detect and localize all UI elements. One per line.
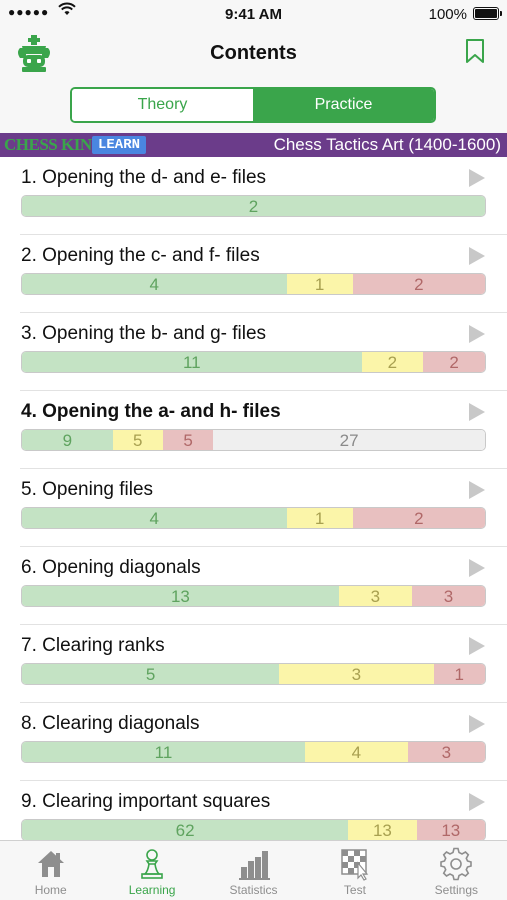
course-title: Chess Tactics Art (1400-1600)	[273, 135, 501, 154]
nav-bar: Contents	[0, 28, 507, 78]
play-icon[interactable]	[469, 247, 485, 265]
gear-icon	[440, 847, 473, 881]
progress-bar: 9 5 5 27	[21, 429, 486, 451]
progress-segment: 5	[162, 430, 214, 450]
list-item-title: 5. Opening files	[21, 479, 154, 500]
list-item[interactable]: 5. Opening files 4 1 2	[0, 469, 507, 547]
progress-segment: 1	[286, 274, 353, 294]
pawn-icon	[141, 849, 163, 879]
progress-segment: 9	[22, 430, 113, 450]
tab-label: Home	[34, 883, 67, 897]
progress-bar: 2	[21, 195, 486, 217]
progress-segment: 2	[352, 274, 485, 294]
play-icon[interactable]	[469, 793, 485, 811]
chess-king-wordmark: CHESS KING	[4, 135, 105, 154]
list-item-title: 1. Opening the d- and e- files	[21, 167, 267, 188]
tab-practice[interactable]: Practice	[253, 89, 434, 121]
progress-segment: 2	[22, 196, 485, 216]
course-banner: CHESS KING LEARN Chess Tactics Art (1400…	[0, 133, 507, 157]
chessboard-cursor-icon	[341, 849, 369, 881]
list-item-title: 7. Clearing ranks	[21, 635, 165, 656]
progress-segment: 11	[22, 742, 305, 762]
play-icon[interactable]	[469, 637, 485, 655]
tab-label: Settings	[434, 883, 478, 897]
list-item-title: 4. Opening the a- and h- files	[21, 401, 281, 422]
list-item[interactable]: 4. Opening the a- and h- files 9 5 5 27	[0, 391, 507, 469]
progress-segment: 3	[338, 586, 412, 606]
play-icon[interactable]	[469, 559, 485, 577]
list-item[interactable]: 9. Clearing important squares 62 13 13	[0, 781, 507, 840]
list-item-title: 9. Clearing important squares	[21, 791, 271, 812]
progress-bar: 412	[21, 273, 486, 295]
progress-segment: 13	[416, 820, 485, 840]
list-item[interactable]: 6. Opening diagonals 13 3 3	[0, 547, 507, 625]
list-item-title: 2. Opening the c- and f- files	[21, 245, 260, 266]
progress-segment: 13	[22, 586, 339, 606]
play-icon[interactable]	[469, 169, 485, 187]
list-item[interactable]: 3. Opening the b- and g- files 11 2 2	[0, 313, 507, 391]
list-item[interactable]: 1. Opening the d- and e- files 2	[0, 157, 507, 235]
progress-bar: 11 4 3	[21, 741, 486, 763]
progress-segment: 27	[213, 430, 485, 450]
tab-label: Statistics	[229, 883, 278, 897]
progress-segment: 2	[352, 508, 485, 528]
tab-label: Test	[343, 883, 366, 897]
battery-icon	[473, 7, 502, 20]
progress-segment: 5	[22, 664, 280, 684]
list-item-title: 6. Opening diagonals	[21, 557, 201, 578]
play-icon[interactable]	[469, 481, 485, 499]
bar-chart-icon	[238, 851, 270, 880]
progress-segment: 3	[279, 664, 434, 684]
battery-percent: 100%	[428, 6, 467, 23]
learn-badge: LEARN	[92, 136, 147, 154]
progress-bar: 62 13 13	[21, 819, 486, 840]
bookmark-icon[interactable]	[465, 38, 485, 64]
list-item[interactable]: 7. Clearing ranks 5 3 1	[0, 625, 507, 703]
status-bar: ●●●●● 9:41 AM 100%	[0, 0, 507, 28]
play-icon[interactable]	[469, 403, 485, 421]
tab-statistics[interactable]: Statistics	[203, 841, 304, 900]
tab-theory[interactable]: Theory	[72, 89, 253, 121]
progress-segment: 3	[407, 742, 485, 762]
progress-segment: 4	[22, 508, 287, 528]
theory-practice-toggle: Theory Practice	[70, 87, 436, 123]
play-icon[interactable]	[469, 325, 485, 343]
progress-bar: 11 2 2	[21, 351, 486, 373]
tab-learning[interactable]: Learning	[101, 841, 202, 900]
tab-home[interactable]: Home	[0, 841, 101, 900]
progress-bar: 412	[21, 507, 486, 529]
progress-segment: 2	[423, 352, 485, 372]
list-item[interactable]: 8. Clearing diagonals 11 4 3	[0, 703, 507, 781]
list-item-title: 8. Clearing diagonals	[21, 713, 200, 734]
list-item-title: 3. Opening the b- and g- files	[21, 323, 267, 344]
progress-bar: 13 3 3	[21, 585, 486, 607]
tab-bar: Home Learning Statistics Test Settings	[0, 840, 507, 900]
list-item[interactable]: 2. Opening the c- and f- files 4 1 2	[0, 235, 507, 313]
progress-segment: 62	[22, 820, 349, 840]
play-icon[interactable]	[469, 715, 485, 733]
progress-segment: 3	[411, 586, 485, 606]
tab-test[interactable]: Test	[304, 841, 405, 900]
progress-segment: 2	[361, 352, 424, 372]
progress-segment: 11	[22, 352, 362, 372]
progress-segment: 1	[433, 664, 485, 684]
page-title: Contents	[210, 42, 297, 64]
progress-bar: 531	[21, 663, 486, 685]
tab-settings[interactable]: Settings	[406, 841, 507, 900]
progress-segment: 1	[286, 508, 353, 528]
progress-segment: 4	[22, 274, 287, 294]
contents-list: 1. Opening the d- and e- files 2 2. Openin…	[0, 157, 507, 840]
home-icon	[37, 851, 64, 877]
progress-segment: 4	[304, 742, 408, 762]
progress-segment: 13	[348, 820, 417, 840]
tab-label: Learning	[128, 883, 176, 897]
progress-segment: 5	[112, 430, 163, 450]
